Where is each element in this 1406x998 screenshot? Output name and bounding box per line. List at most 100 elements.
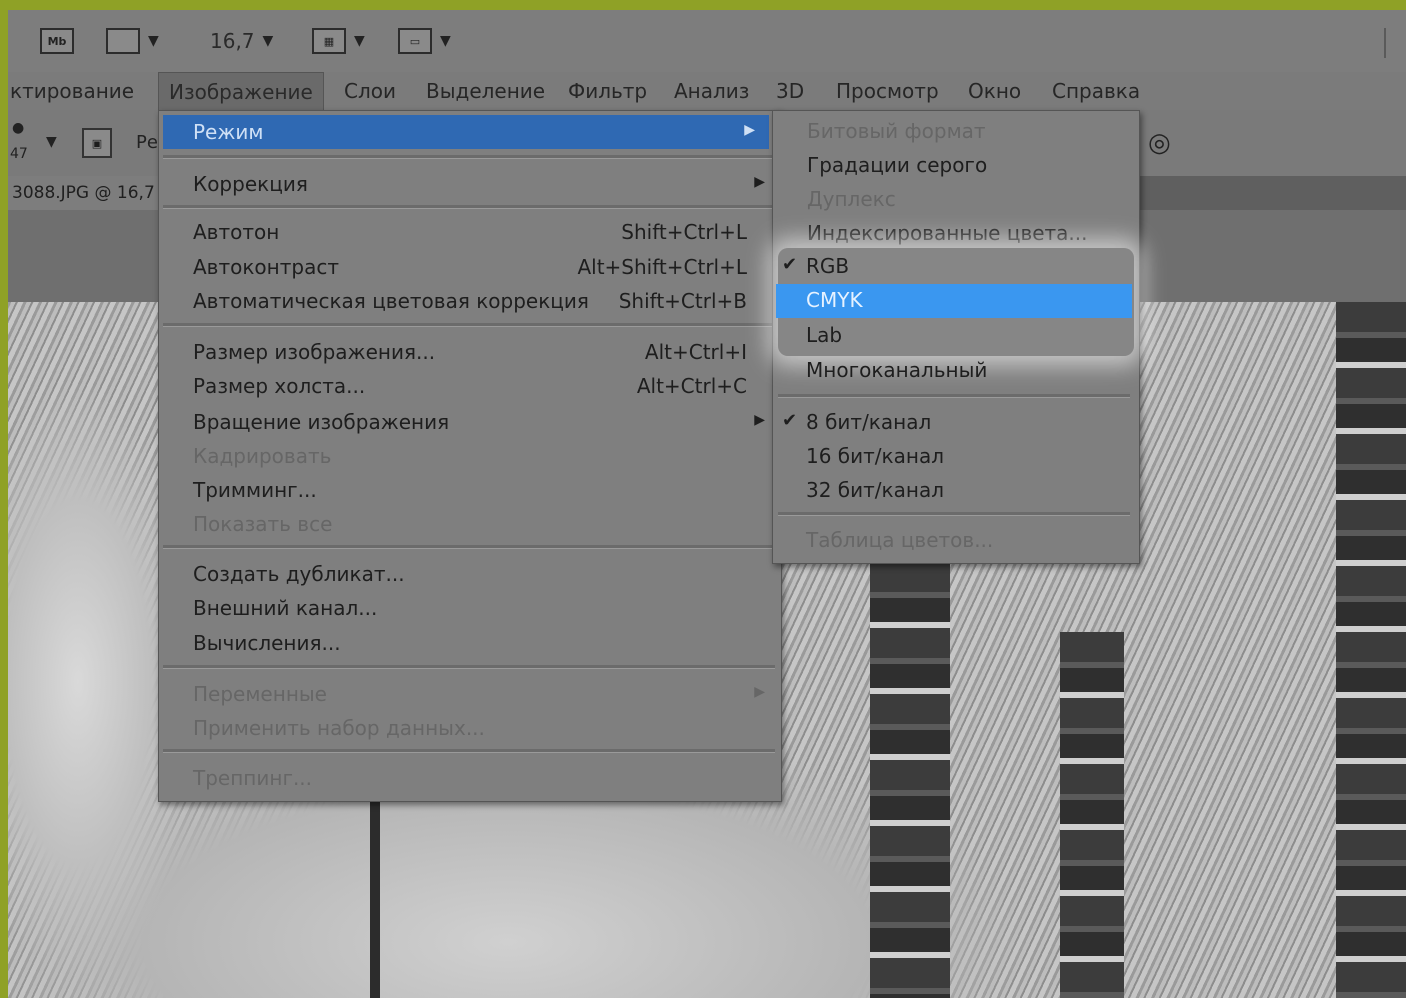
- submenu-item-16-bit[interactable]: 16 бит/канал: [772, 440, 1136, 474]
- menu-item-label: Размер холста...: [193, 374, 366, 398]
- chevron-down-icon: ▼: [440, 33, 451, 49]
- screen-mode-icon: ▭: [398, 28, 432, 54]
- menu-item-label: Автоматическая цветовая коррекция: [193, 289, 589, 313]
- menu-view[interactable]: Просмотр: [826, 72, 949, 110]
- menu-item-label: Коррекция: [193, 172, 308, 196]
- brush-dot-icon: ●: [12, 120, 25, 136]
- pole: [370, 792, 380, 998]
- submenu-item-8-bit[interactable]: ✔ 8 бит/канал: [772, 406, 1136, 440]
- menu-separator: [163, 205, 775, 209]
- mode-submenu-overlay: ✔ RGB CMYK Lab Многоканальный ✔ 8 бит/ка…: [772, 110, 1138, 562]
- menu-item-shortcut: Shift+Ctrl+B: [618, 289, 747, 313]
- zoom-level-dropdown[interactable]: 16,7 ▼: [210, 26, 273, 56]
- screen-mode-button[interactable]: ▭ ▼: [398, 26, 451, 56]
- image-menu-dropdown: Режим ▶ Коррекция ▶ Автотон Shift+Ctrl+L…: [158, 110, 782, 802]
- menu-item-auto-tone[interactable]: Автотон Shift+Ctrl+L: [159, 215, 779, 249]
- menu-item-calculations[interactable]: Вычисления...: [159, 626, 779, 660]
- menu-item-image-size[interactable]: Размер изображения... Alt+Ctrl+I: [159, 335, 779, 369]
- menu-item-duplicate[interactable]: Создать дубликат...: [159, 557, 779, 591]
- menu-separator: [163, 749, 775, 753]
- submenu-item-multichannel[interactable]: Многоканальный: [772, 354, 1136, 388]
- menu-item-reveal-all[interactable]: Показать все: [159, 507, 779, 541]
- submenu-item-color-table[interactable]: Таблица цветов...: [772, 524, 1136, 558]
- menu-item-label: Автоконтраст: [193, 255, 339, 279]
- menu-separator: [163, 665, 775, 669]
- menu-item-label: Lab: [806, 323, 843, 347]
- menu-item-shortcut: Alt+Ctrl+C: [636, 374, 747, 398]
- menu-item-auto-color[interactable]: Автоматическая цветовая коррекция Shift+…: [159, 284, 779, 318]
- menu-item-label: 32 бит/канал: [806, 478, 944, 502]
- tree-trunk: [1060, 632, 1124, 998]
- brush-preset-icon[interactable]: ▣: [82, 128, 112, 158]
- submenu-arrow-icon: ▶: [744, 122, 755, 138]
- chevron-down-icon[interactable]: ▼: [46, 134, 57, 150]
- brush-size-value: 47: [10, 146, 28, 162]
- menu-item-label: Внешний канал...: [193, 596, 378, 620]
- submenu-item-cmyk[interactable]: CMYK: [776, 284, 1132, 318]
- menu-item-crop[interactable]: Кадрировать: [159, 439, 779, 473]
- menu-image[interactable]: Изображение: [158, 72, 324, 110]
- menu-item-image-rotation[interactable]: Вращение изображения ▶: [159, 405, 779, 439]
- menu-item-label: 16 бит/канал: [806, 444, 944, 468]
- menu-item-label: Создать дубликат...: [193, 562, 405, 586]
- submenu-item-32-bit[interactable]: 32 бит/канал: [772, 474, 1136, 508]
- menu-item-apply-image[interactable]: Внешний канал...: [159, 591, 779, 625]
- menu-bar: ктирование Изображение Слои Выделение Фи…: [8, 72, 1406, 111]
- view-extras-button[interactable]: ▼: [106, 26, 159, 56]
- arrange-documents-icon: ▦: [312, 28, 346, 54]
- menu-filter[interactable]: Фильтр: [558, 72, 657, 110]
- document-tab[interactable]: 3088.JPG @ 16,7: [8, 176, 158, 210]
- menu-layers[interactable]: Слои: [334, 72, 406, 110]
- menu-window[interactable]: Окно: [958, 72, 1031, 110]
- submenu-item-rgb[interactable]: ✔ RGB: [772, 250, 1136, 284]
- menu-item-label: CMYK: [806, 288, 863, 312]
- menu-item-label: Переменные: [193, 682, 327, 706]
- menu-help[interactable]: Справка: [1042, 72, 1150, 110]
- menu-item-canvas-size[interactable]: Размер холста... Alt+Ctrl+C: [159, 369, 779, 403]
- menu-item-auto-contrast[interactable]: Автоконтраст Alt+Shift+Ctrl+L: [159, 250, 779, 284]
- menu-edit[interactable]: ктирование: [0, 72, 144, 110]
- tree-trunk: [870, 562, 950, 998]
- menu-item-label: Размер изображения...: [193, 340, 436, 364]
- zoom-level: 16,7: [210, 29, 255, 53]
- menu-item-label: Применить набор данных...: [193, 716, 485, 740]
- submenu-item-lab[interactable]: Lab: [772, 319, 1136, 353]
- menu-item-label: Вращение изображения: [193, 410, 450, 434]
- menu-item-shortcut: Alt+Shift+Ctrl+L: [577, 255, 747, 279]
- arrange-documents-button[interactable]: ▦ ▼: [312, 26, 365, 56]
- menu-item-label: Показать все: [193, 512, 333, 536]
- menu-item-label: Кадрировать: [193, 444, 332, 468]
- menu-item-shortcut: Shift+Ctrl+L: [621, 220, 747, 244]
- mini-bridge-button[interactable]: Mb: [40, 26, 74, 56]
- menu-item-label: Режим: [193, 120, 264, 144]
- submenu-arrow-icon: ▶: [754, 412, 765, 428]
- divider: [1384, 28, 1386, 58]
- menu-separator: [778, 512, 1130, 516]
- menu-item-adjustments[interactable]: Коррекция ▶: [159, 167, 779, 201]
- menu-item-mode[interactable]: Режим ▶: [163, 115, 769, 149]
- menu-item-label: Автотон: [193, 220, 280, 244]
- menu-3d[interactable]: 3D: [766, 72, 814, 110]
- menu-item-label: Многоканальный: [806, 358, 988, 382]
- menu-analysis[interactable]: Анализ: [664, 72, 759, 110]
- menu-separator: [778, 394, 1130, 398]
- menu-item-label: RGB: [806, 254, 850, 278]
- pressure-icon[interactable]: ◎: [1148, 128, 1171, 158]
- menu-item-trim[interactable]: Тримминг...: [159, 473, 779, 507]
- mini-bridge-icon: Mb: [40, 28, 74, 54]
- menu-select[interactable]: Выделение: [416, 72, 555, 110]
- menu-item-shortcut: Alt+Ctrl+I: [644, 340, 747, 364]
- chevron-down-icon: ▼: [354, 33, 365, 49]
- menu-separator: [163, 155, 775, 159]
- menu-item-label: 8 бит/канал: [806, 410, 932, 434]
- menu-item-variables[interactable]: Переменные ▶: [159, 677, 779, 711]
- menu-item-label: Вычисления...: [193, 631, 341, 655]
- menu-item-label: Тримминг...: [193, 478, 317, 502]
- menu-item-trap[interactable]: Треппинг...: [159, 761, 779, 795]
- view-extras-icon: [106, 28, 140, 54]
- chevron-down-icon: ▼: [262, 33, 274, 49]
- menu-item-label: Таблица цветов...: [806, 528, 994, 552]
- submenu-arrow-icon: ▶: [754, 684, 765, 700]
- menu-item-apply-data-set[interactable]: Применить набор данных...: [159, 711, 779, 745]
- menu-separator: [163, 323, 775, 327]
